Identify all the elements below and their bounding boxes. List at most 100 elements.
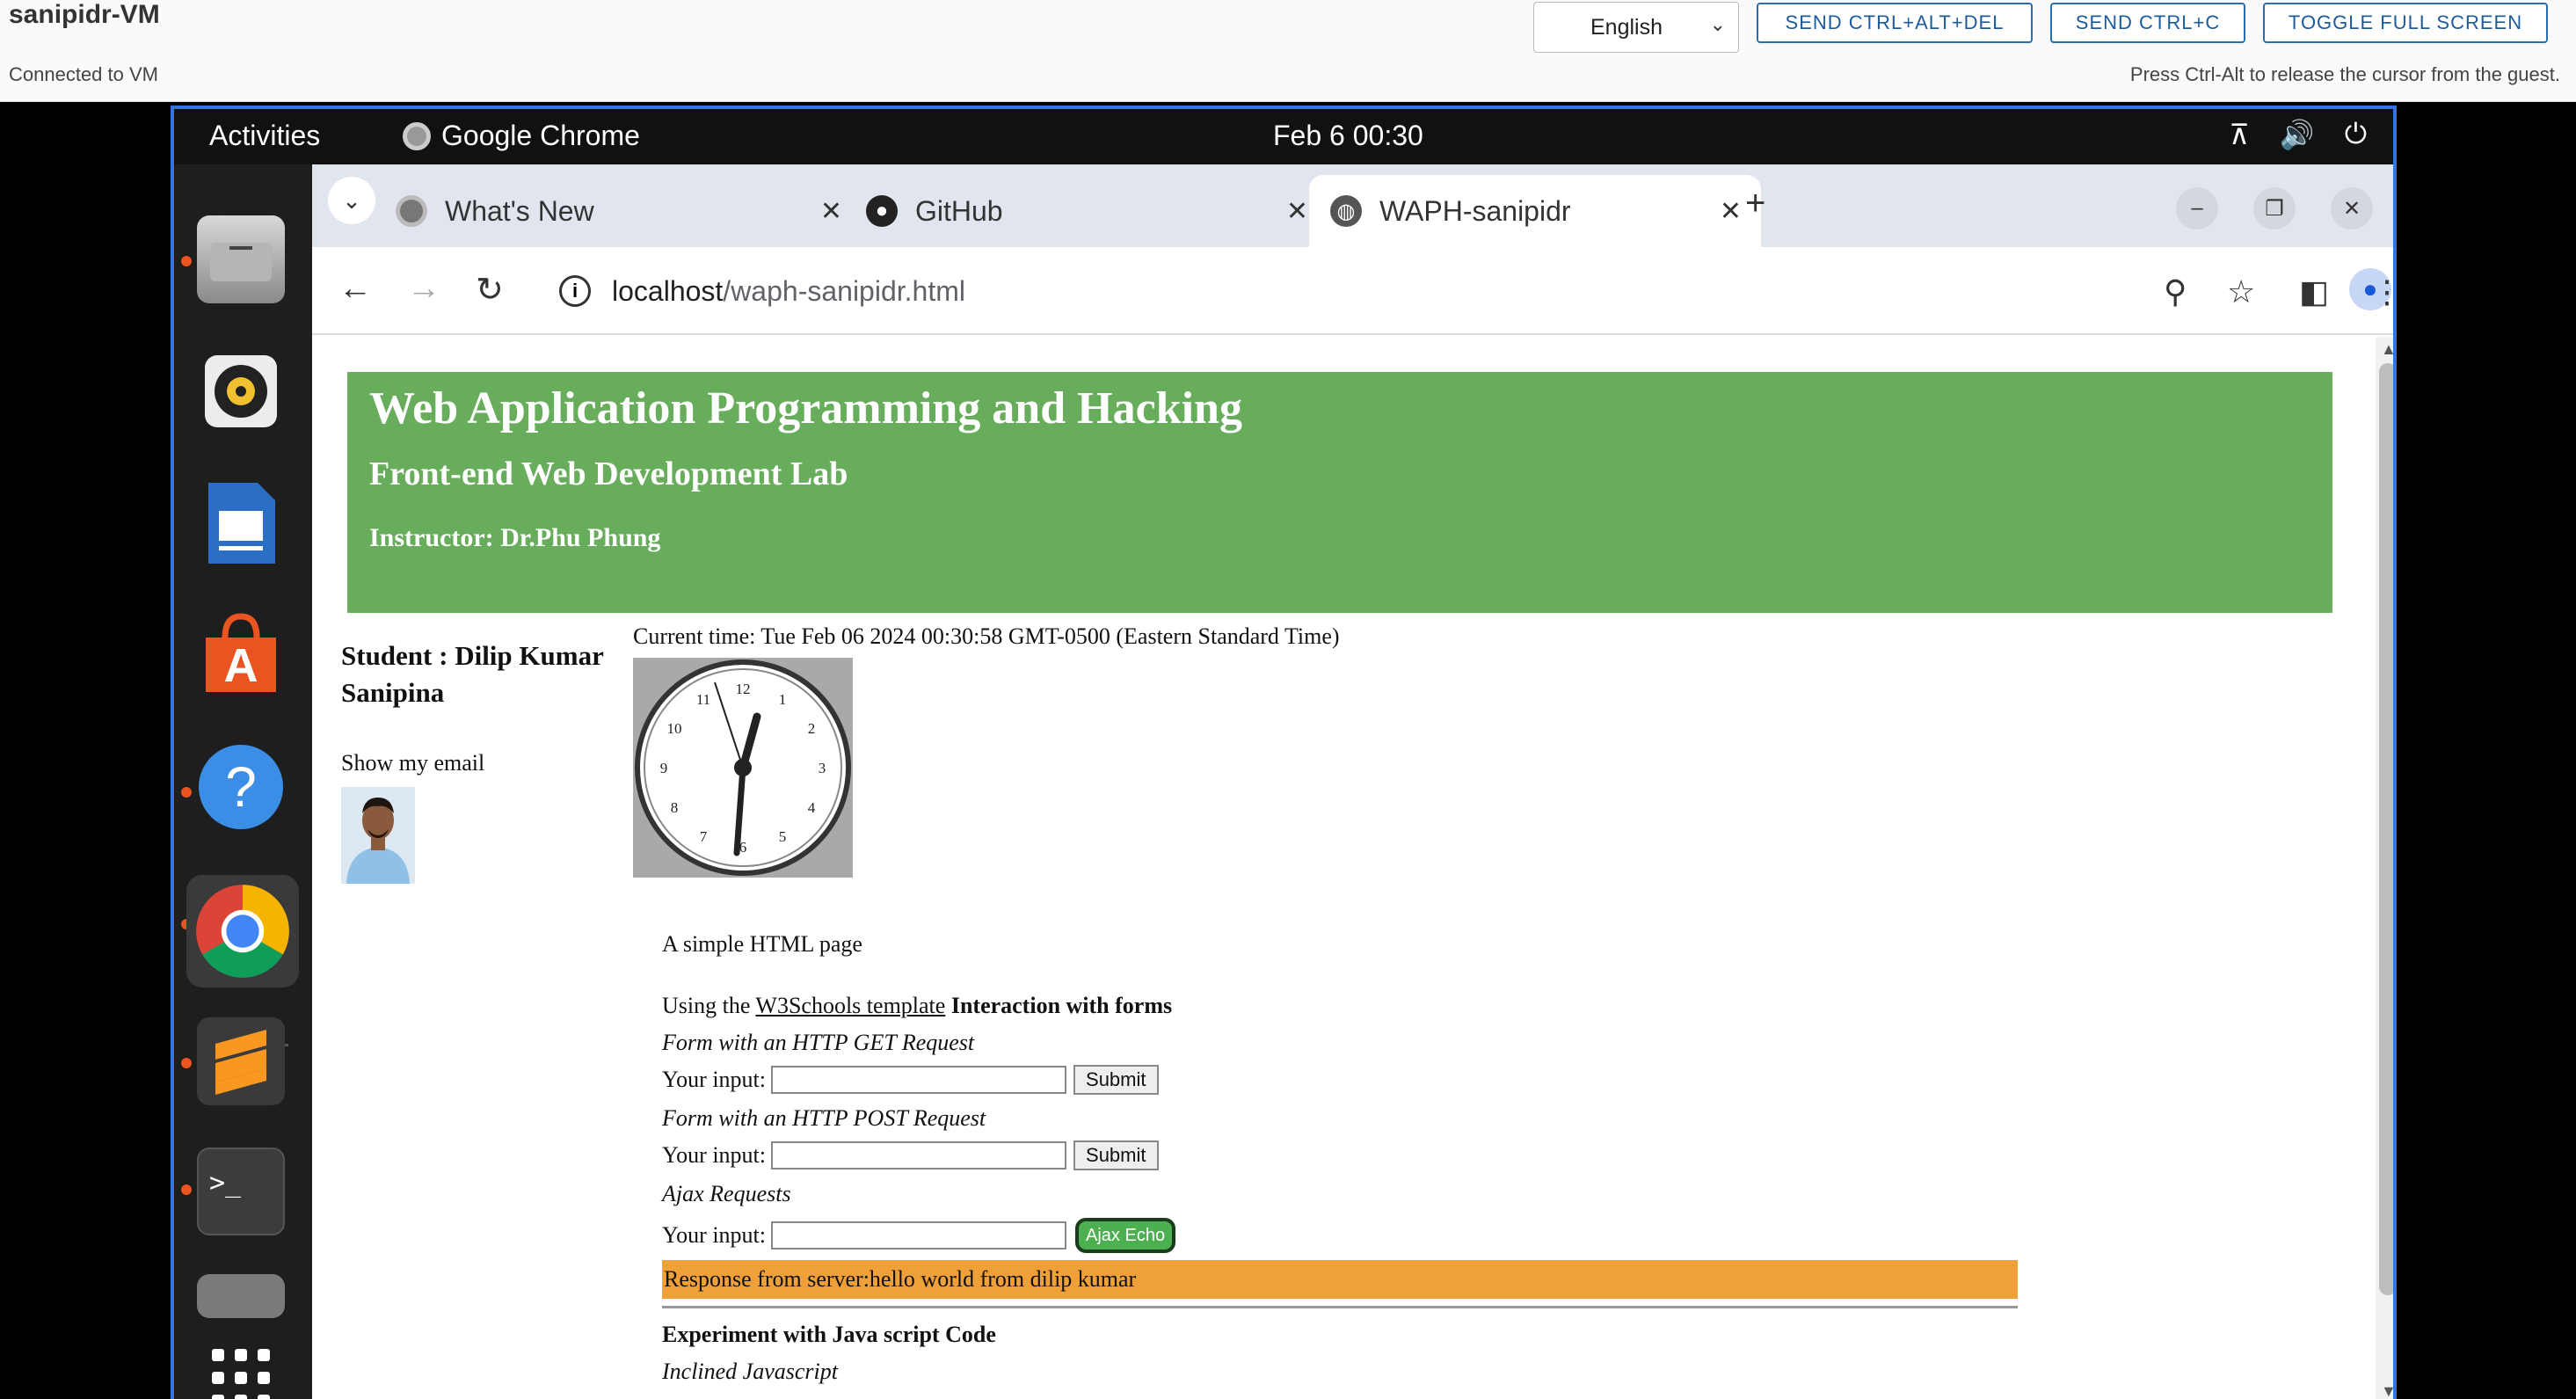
w3schools-link[interactable]: W3Schools template [755, 993, 945, 1018]
zoom-icon[interactable]: ⚲ [2164, 273, 2187, 310]
rhythmbox-icon-glyph [205, 355, 277, 427]
system-tray[interactable]: ⊼ 🔊 ⏻ [2229, 118, 2367, 151]
clock-numeral: 11 [696, 691, 710, 708]
post-input-field[interactable] [771, 1141, 1067, 1169]
activities-button[interactable]: Activities [209, 120, 320, 152]
chrome-icon[interactable] [186, 875, 299, 987]
show-email-link[interactable]: Show my email [341, 750, 484, 776]
close-window-button[interactable]: ✕ [2331, 187, 2373, 230]
clock-numeral: 1 [779, 691, 787, 708]
tab-waph-sanipidr[interactable]: ◍ WAPH-sanipidr ✕ [1309, 175, 1761, 247]
side-panel-icon[interactable]: ◧ [2299, 273, 2329, 310]
clock-numeral: 9 [660, 760, 668, 776]
bookmark-star-icon[interactable]: ☆ [2227, 273, 2255, 310]
vm-console-bar: sanipidr-VM Connected to VM English ⌄ SE… [0, 0, 2576, 102]
software-center-icon-glyph: A [206, 613, 276, 692]
sublime-text-icon[interactable] [197, 1017, 285, 1105]
power-icon[interactable]: ⏻ [2345, 118, 2367, 151]
github-icon: ● [866, 195, 898, 227]
release-cursor-hint: Press Ctrl-Alt to release the cursor fro… [2129, 63, 2560, 85]
show-apps-icon-glyph [212, 1349, 270, 1399]
clock-numeral: 5 [779, 828, 787, 845]
vm-title: sanipidr-VM [9, 0, 160, 29]
network-icon[interactable]: ⊼ [2229, 118, 2249, 151]
terminal-icon[interactable]: >_ [197, 1148, 285, 1235]
close-icon[interactable]: ✕ [1286, 196, 1308, 227]
new-tab-button[interactable]: + [1745, 184, 1765, 223]
running-indicator [181, 256, 192, 266]
chevron-down-icon: ⌄ [1709, 13, 1726, 35]
language-select[interactable]: English ⌄ [1533, 2, 1739, 53]
guest-screen[interactable]: Activities Google Chrome Feb 6 00:30 ⊼ 🔊… [171, 106, 2397, 1399]
scrollbar-thumb[interactable] [2379, 363, 2393, 1295]
ubuntu-dock: A ? >_ [174, 164, 312, 1399]
toggle-fullscreen-button[interactable]: TOGGLE FULL SCREEN [2263, 3, 2548, 43]
interaction-heading: Interaction with forms [945, 993, 1173, 1018]
terminal-icon-glyph: >_ [209, 1168, 242, 1199]
writer-icon[interactable] [197, 479, 285, 567]
system-clock[interactable]: Feb 6 00:30 [1273, 120, 1423, 152]
tab-whats-new[interactable]: What's New ✕ [396, 175, 862, 247]
student-name: Student : Dilip Kumar Sanipina [341, 640, 604, 708]
clock-numeral: 7 [700, 828, 708, 845]
analog-clock-face: 121234567891011 [635, 659, 851, 876]
site-info-icon[interactable]: i [559, 275, 591, 307]
page-scrollbar[interactable]: ▲ ▼ [2376, 337, 2393, 1399]
tab-search-button[interactable]: ⌄ [328, 177, 375, 224]
help-icon[interactable]: ? [197, 743, 285, 831]
inclined-javascript-label: Inclined Javascript [662, 1359, 838, 1384]
software-center-icon[interactable]: A [197, 611, 285, 699]
files-icon[interactable] [197, 215, 285, 303]
clock-numeral: 4 [808, 799, 816, 816]
language-select-value: English [1590, 14, 1663, 40]
simple-page-text: A simple HTML page [662, 931, 862, 957]
post-submit-button[interactable]: Submit [1073, 1140, 1159, 1170]
close-icon[interactable]: ✕ [820, 196, 842, 227]
chrome-icon [396, 195, 427, 227]
address-bar[interactable]: i localhost/waph-sanipidr.html [545, 259, 2229, 323]
send-ctrl-alt-del-button[interactable]: SEND CTRL+ALT+DEL [1757, 3, 2033, 43]
back-button[interactable]: ← [338, 270, 372, 308]
get-form: Your input: Submit [662, 1065, 1159, 1095]
help-icon-glyph: ? [199, 745, 283, 829]
clock-numeral: 8 [671, 799, 679, 816]
chrome-icon [403, 121, 431, 150]
globe-icon: ◍ [1330, 195, 1362, 227]
forward-button[interactable]: → [407, 270, 440, 308]
running-indicator [181, 1058, 192, 1068]
send-ctrl-c-button[interactable]: SEND CTRL+C [2050, 3, 2245, 43]
get-submit-button[interactable]: Submit [1073, 1065, 1159, 1095]
scroll-up-icon[interactable]: ▲ [2381, 340, 2393, 359]
app-menu[interactable]: Google Chrome [403, 120, 640, 152]
input-label: Your input: [662, 1222, 767, 1248]
clock-numeral: 2 [808, 720, 816, 737]
tab-github[interactable]: ● GitHub ✕ [866, 175, 1328, 247]
restore-button[interactable]: ❐ [2253, 187, 2296, 230]
ajax-echo-button[interactable]: Ajax Echo [1075, 1218, 1176, 1253]
trash-icon[interactable] [197, 1274, 285, 1318]
experiment-heading: Experiment with Java script Code [662, 1322, 996, 1347]
minimize-button[interactable]: – [2176, 187, 2218, 230]
clock-numeral: 10 [667, 720, 682, 737]
ajax-response: Response from server:hello world from di… [662, 1260, 2018, 1299]
running-indicator [181, 1184, 192, 1195]
reload-button[interactable]: ↻ [476, 270, 504, 310]
more-menu-icon[interactable]: ⋮ [2371, 273, 2393, 310]
input-label: Your input: [662, 1142, 767, 1168]
tab-label: GitHub [915, 194, 1003, 227]
svg-text:?: ? [225, 755, 257, 819]
input-label: Your input: [662, 1067, 767, 1092]
page-viewport[interactable]: Web Application Programming and Hacking … [312, 337, 2393, 1399]
rhythmbox-icon[interactable] [197, 347, 285, 435]
browser-toolbar: ← → ↻ i localhost/waph-sanipidr.html ⚲ ☆… [312, 247, 2393, 335]
ajax-input-field[interactable] [771, 1221, 1067, 1250]
using-the-text: Using the [662, 993, 756, 1018]
gnome-top-bar: Activities Google Chrome Feb 6 00:30 ⊼ 🔊… [174, 109, 2393, 164]
close-icon[interactable]: ✕ [1720, 196, 1742, 227]
url-host: localhost [612, 274, 724, 307]
volume-icon[interactable]: 🔊 [2280, 118, 2315, 151]
scroll-down-icon[interactable]: ▼ [2381, 1382, 2393, 1399]
show-apps-icon[interactable] [197, 1334, 285, 1399]
chrome-icon-glyph [196, 885, 289, 978]
get-input-field[interactable] [771, 1066, 1067, 1094]
